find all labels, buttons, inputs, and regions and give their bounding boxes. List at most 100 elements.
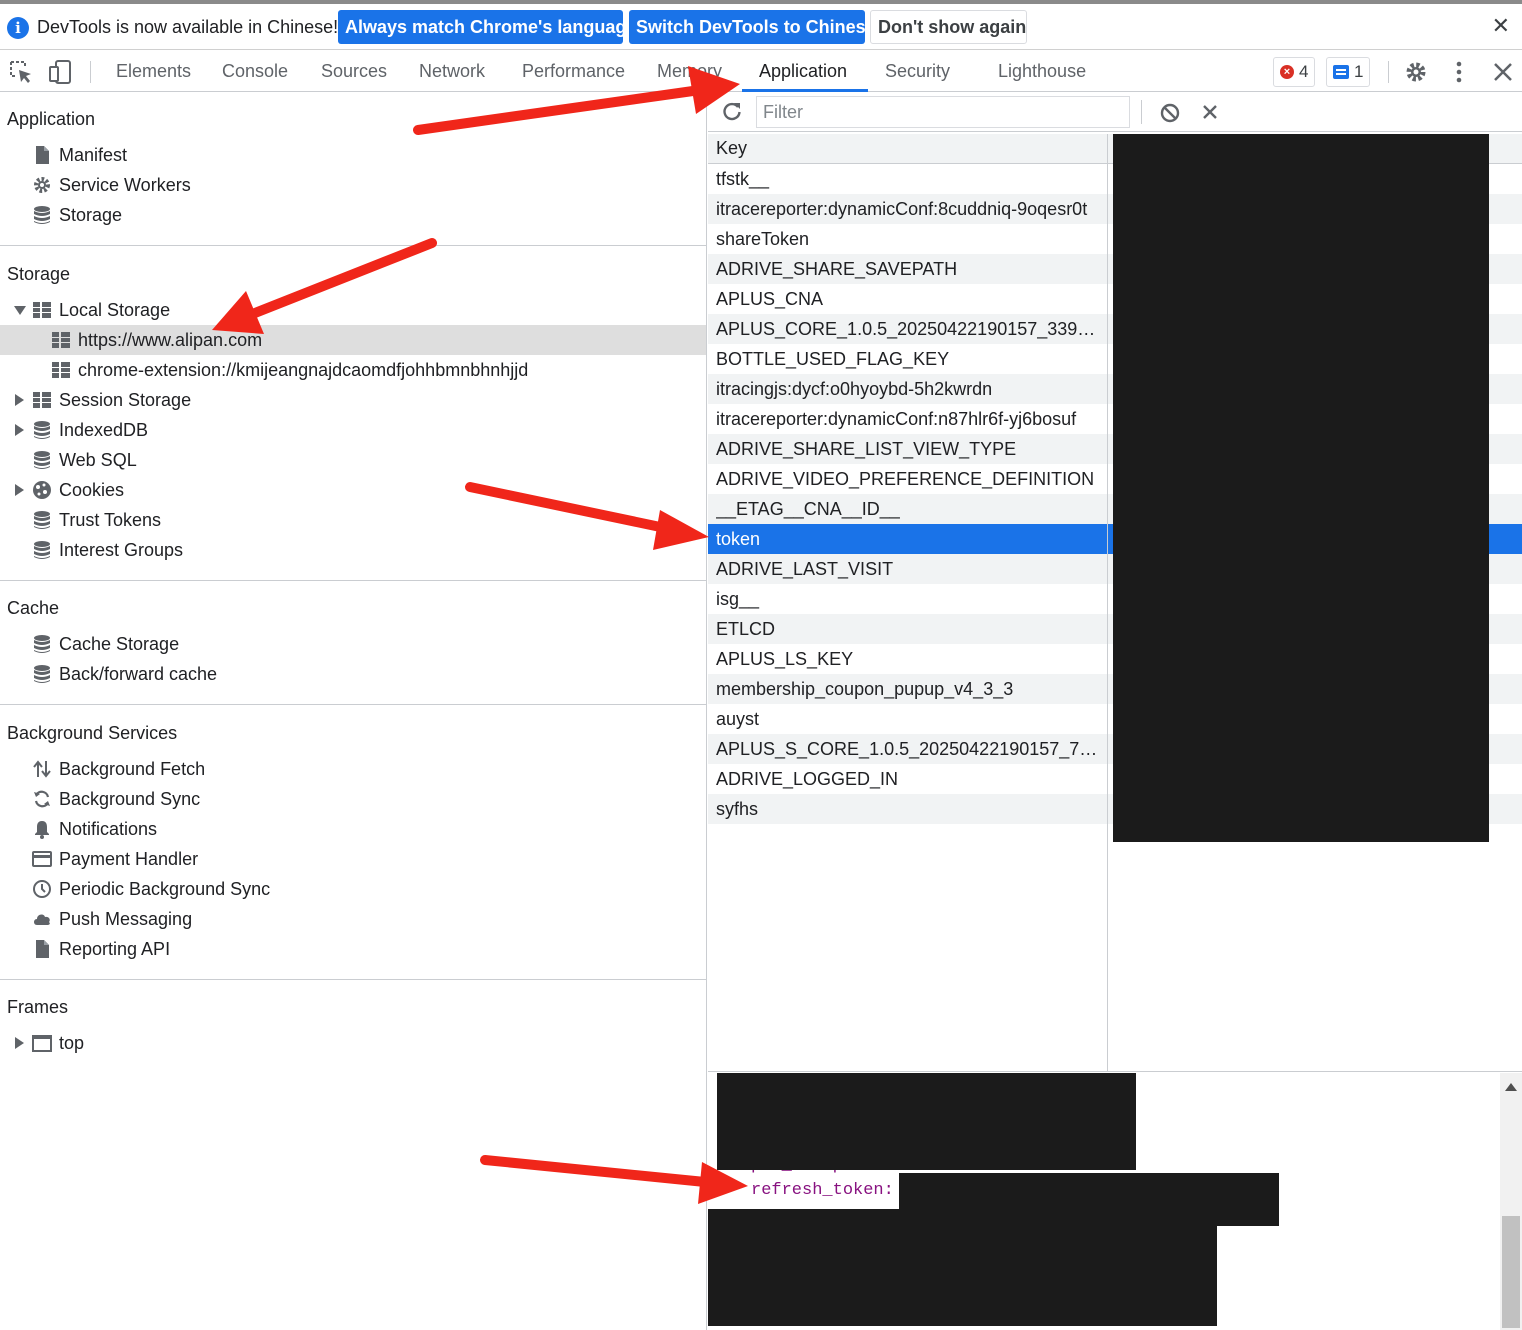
sidebar-item-manifest[interactable]: Manifest [0, 140, 706, 170]
sidebar-item-interest-groups[interactable]: Interest Groups [0, 535, 706, 565]
key-cell: ADRIVE_LOGGED_IN [716, 769, 899, 789]
close-icon[interactable]: ✕ [1492, 13, 1510, 39]
sidebar-item-label: Cookies [59, 480, 125, 500]
always-match-language-button[interactable]: Always match Chrome's language [338, 10, 636, 44]
delete-selected-icon[interactable] [1201, 103, 1219, 121]
section-title-storage: Storage [7, 264, 71, 284]
language-infobar: i DevTools is now available in Chinese! … [0, 4, 1522, 50]
expand-triangle-icon[interactable] [15, 394, 24, 406]
section-divider [0, 704, 706, 705]
sidebar-item-service-workers[interactable]: Service Workers [0, 170, 706, 200]
sidebar-item-label: Back/forward cache [59, 664, 218, 684]
error-icon: × [1280, 65, 1294, 79]
document-icon [36, 940, 49, 958]
tab-elements[interactable]: Elements [116, 51, 191, 92]
sidebar-item-origin-alipan[interactable]: https://www.alipan.com [0, 325, 706, 355]
sidebar-item-back-forward-cache[interactable]: Back/forward cache [0, 659, 706, 689]
sidebar-item-web-sql[interactable]: Web SQL [0, 445, 706, 475]
bell-icon [35, 821, 49, 839]
settings-gear-icon[interactable] [1403, 59, 1429, 85]
tab-application[interactable]: Application [759, 51, 847, 92]
storage-toolbar [708, 92, 1522, 132]
expand-triangle-icon[interactable] [14, 306, 26, 315]
sidebar-item-reporting-api[interactable]: Reporting API [0, 934, 706, 964]
filter-input[interactable] [756, 96, 1130, 128]
scroll-up-arrow-icon[interactable] [1505, 1083, 1517, 1091]
sidebar-item-origin-extension[interactable]: chrome-extension://kmijeangnajdcaomdfjoh… [0, 355, 706, 385]
sidebar-item-trust-tokens[interactable]: Trust Tokens [0, 505, 706, 535]
dont-show-again-button[interactable]: Don't show again [870, 10, 1027, 44]
sidebar-item-background-fetch[interactable]: Background Fetch [0, 754, 706, 784]
scrollbar-thumb[interactable] [1502, 1216, 1520, 1328]
tab-sources[interactable]: Sources [321, 51, 387, 92]
tab-performance[interactable]: Performance [522, 51, 625, 92]
close-devtools-icon[interactable] [1490, 59, 1516, 85]
tab-security[interactable]: Security [885, 51, 950, 92]
key-cell: APLUS_CNA [716, 289, 824, 309]
sidebar-item-label: Push Messaging [59, 909, 193, 929]
section-divider [0, 979, 706, 980]
expand-triangle-icon[interactable] [15, 424, 24, 436]
devtools-tab-bar: Elements Console Sources Network Perform… [0, 51, 1522, 92]
sidebar-item-session-storage[interactable]: Session Storage [0, 385, 706, 415]
sidebar-item-notifications[interactable]: Notifications [0, 814, 706, 844]
sidebar-item-label: https://www.alipan.com [78, 330, 263, 350]
sidebar-item-label: Manifest [59, 145, 128, 165]
sidebar-item-label: Periodic Background Sync [59, 879, 271, 899]
message-count-badge[interactable]: 1 [1326, 57, 1371, 87]
device-toolbar-icon[interactable] [47, 59, 73, 85]
refresh-token-key: refresh_token: [751, 1181, 894, 1200]
key-cell: APLUS_S_CORE_1.0.5_20250422190157_7eabdf… [716, 739, 1101, 759]
sidebar-item-background-sync[interactable]: Background Sync [0, 784, 706, 814]
clear-all-icon[interactable] [1159, 102, 1181, 124]
tab-console[interactable]: Console [222, 51, 288, 92]
key-cell: auyst [716, 709, 760, 729]
sidebar-item-label: Interest Groups [59, 540, 184, 560]
error-count: 4 [1299, 62, 1309, 81]
section-title-cache: Cache [7, 598, 60, 618]
database-icon [34, 451, 50, 469]
sidebar-item-indexeddb[interactable]: IndexedDB [0, 415, 706, 445]
local-storage-panel: Key tfstk__ itracereporter:dynamicConf:8c… [708, 92, 1522, 1330]
tab-network[interactable]: Network [419, 51, 485, 92]
error-count-badge[interactable]: × 4 [1273, 57, 1316, 87]
database-icon [34, 665, 50, 683]
sidebar-item-payment-handler[interactable]: Payment Handler [0, 844, 706, 874]
sidebar-item-push-messaging[interactable]: Push Messaging [0, 904, 706, 934]
key-cell: ADRIVE_SHARE_SAVEPATH [716, 259, 958, 279]
sidebar-item-storage[interactable]: Storage [0, 200, 706, 230]
sidebar-item-label: Local Storage [59, 300, 171, 320]
sidebar-item-periodic-background-sync[interactable]: Periodic Background Sync [0, 874, 706, 904]
expand-triangle-icon[interactable] [15, 484, 24, 496]
value-preview-pane: pin_setup: true refresh_token: [708, 1073, 1522, 1330]
inspect-element-icon[interactable] [8, 59, 34, 85]
preview-scrollbar[interactable] [1500, 1073, 1522, 1330]
table-icon [33, 302, 51, 318]
switch-to-chinese-button[interactable]: Switch DevTools to Chinese [629, 10, 876, 44]
more-options-icon[interactable] [1446, 59, 1472, 85]
refresh-icon[interactable] [721, 101, 743, 123]
sidebar-item-local-storage[interactable]: Local Storage [0, 295, 706, 325]
preview-refresh-token-key: refresh_token: [751, 1181, 902, 1200]
tab-lighthouse[interactable]: Lighthouse [998, 51, 1086, 92]
key-cell: ETLCD [716, 619, 776, 639]
application-sidebar: Application Manifest Service Workers Sto… [0, 92, 707, 1330]
key-column-header[interactable]: Key [716, 138, 747, 159]
clock-icon [33, 880, 51, 898]
section-title-background-services: Background Services [7, 723, 178, 743]
cloud-icon [34, 914, 50, 925]
tab-memory[interactable]: Memory [657, 51, 722, 92]
sidebar-item-frame-top[interactable]: top [0, 1028, 706, 1058]
key-cell: APLUS_LS_KEY [716, 649, 854, 669]
column-divider[interactable] [1107, 134, 1108, 1071]
expand-triangle-icon[interactable] [15, 1037, 24, 1049]
sidebar-item-cookies[interactable]: Cookies [0, 475, 706, 505]
key-cell: syfhs [716, 799, 759, 819]
sidebar-item-cache-storage[interactable]: Cache Storage [0, 629, 706, 659]
gear-icon [34, 177, 50, 193]
key-cell: BOTTLE_USED_FLAG_KEY [716, 349, 950, 369]
key-cell: token [716, 529, 761, 549]
key-cell: shareToken [716, 229, 810, 249]
key-cell: isg__ [716, 589, 760, 609]
up-down-arrows-icon [33, 760, 51, 778]
